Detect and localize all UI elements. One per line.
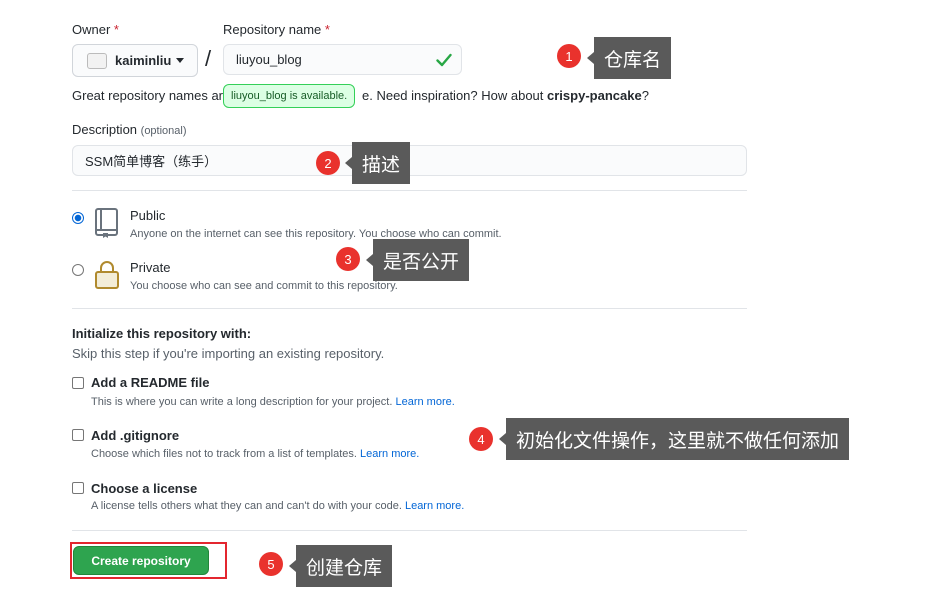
repo-name-label: Repository name * — [223, 22, 330, 37]
annotation-badge-2: 2 — [316, 151, 340, 175]
public-radio[interactable] — [72, 212, 84, 224]
gitignore-title: Add .gitignore — [91, 428, 180, 443]
license-learn-more-link[interactable]: Learn more. — [405, 500, 464, 512]
annotation-callout-2: 描述 — [344, 142, 411, 184]
owner-repo-separator: / — [205, 46, 212, 71]
public-title: Public — [130, 208, 166, 223]
private-desc: You choose who can see and commit to thi… — [130, 280, 398, 292]
repo-name-value: liuyou_blog — [236, 52, 302, 67]
gitignore-learn-more-link[interactable]: Learn more. — [360, 448, 419, 460]
private-title: Private — [130, 260, 171, 275]
repo-name-hint-suffix: e. Need inspiration? How about crispy-pa… — [362, 88, 649, 103]
readme-learn-more-link[interactable]: Learn more. — [395, 396, 454, 408]
private-radio[interactable] — [72, 264, 84, 276]
lock-icon — [95, 261, 119, 289]
description-value: SSM简单博客（练手） — [85, 154, 218, 169]
divider — [72, 530, 747, 531]
suggested-name-link[interactable]: crispy-pancake — [547, 88, 642, 103]
owner-dropdown[interactable]: kaiminliu — [72, 44, 198, 77]
description-label: Description (optional) — [72, 122, 187, 137]
annotation-badge-5: 5 — [259, 552, 283, 576]
owner-label: Owner * — [72, 22, 119, 37]
check-icon — [436, 53, 452, 67]
annotation-badge-4: 4 — [469, 427, 493, 451]
license-title: Choose a license — [91, 481, 198, 496]
readme-title: Add a README file — [91, 375, 210, 390]
divider — [72, 190, 747, 191]
annotation-callout-4: 初始化文件操作，这里就不做任何添加 — [498, 418, 850, 460]
divider — [72, 308, 747, 309]
init-heading: Initialize this repository with: — [72, 326, 252, 341]
license-checkbox[interactable] — [72, 482, 84, 494]
readme-desc: This is where you can write a long descr… — [91, 396, 455, 408]
readme-checkbox[interactable] — [72, 377, 84, 389]
repo-name-hint: Great repository names ar — [72, 88, 224, 103]
annotation-callout-3: 是否公开 — [365, 239, 470, 281]
gitignore-checkbox[interactable] — [72, 429, 84, 441]
availability-tooltip: liuyou_blog is available. — [223, 84, 356, 108]
annotation-callout-1: 仓库名 — [586, 37, 672, 79]
repo-icon — [95, 208, 118, 238]
init-subheading: Skip this step if you're importing an ex… — [72, 346, 385, 361]
annotation-badge-3: 3 — [336, 247, 360, 271]
annotation-callout-5: 创建仓库 — [288, 545, 393, 587]
create-repository-button[interactable]: Create repository — [73, 546, 209, 575]
caret-down-icon — [176, 58, 185, 63]
owner-value: kaiminliu — [115, 53, 172, 68]
annotation-badge-1: 1 — [557, 44, 581, 68]
repo-name-input[interactable]: liuyou_blog — [223, 44, 462, 75]
gitignore-desc: Choose which files not to track from a l… — [91, 448, 420, 460]
license-desc: A license tells others what they can and… — [91, 500, 465, 512]
avatar — [87, 52, 107, 69]
